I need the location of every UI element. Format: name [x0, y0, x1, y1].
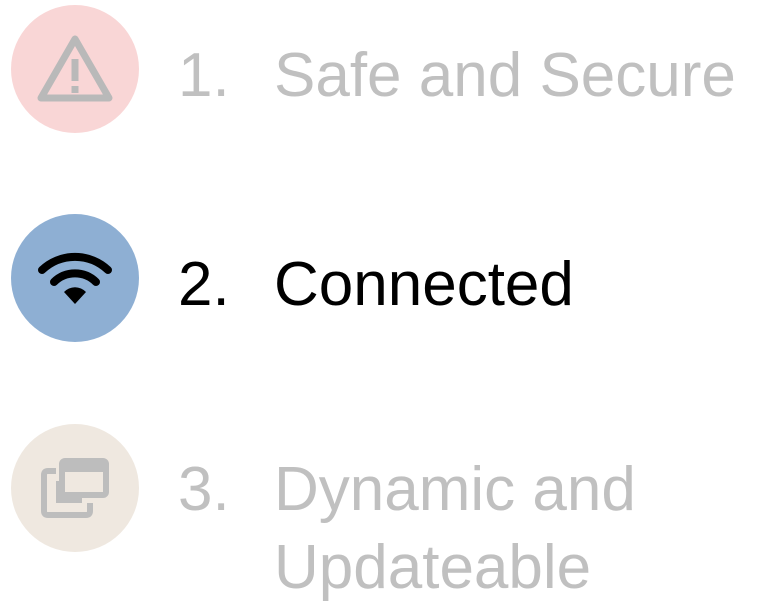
item-label: Safe and Secure — [274, 41, 736, 110]
item-label: Connected — [274, 250, 574, 319]
list-item-safe-and-secure: 1. Safe and Secure — [0, 0, 757, 160]
item-number: 3. — [178, 455, 230, 524]
item-label-line-2: Updateable — [274, 533, 592, 602]
windows-stack-icon — [38, 455, 112, 521]
icon-circle — [11, 214, 139, 342]
item-number: 2. — [178, 250, 230, 319]
warning-icon — [36, 33, 114, 105]
wifi-icon — [38, 250, 112, 306]
list-item-connected: 2. Connected — [0, 200, 757, 360]
icon-circle — [11, 424, 139, 552]
item-label-line-1: Dynamic and — [274, 455, 636, 524]
icon-circle — [11, 5, 139, 133]
list-item-dynamic-and-updateable: 3. Dynamic and Updateable — [0, 410, 757, 602]
item-label: Dynamic and Updateable — [274, 451, 636, 607]
item-number: 1. — [178, 41, 230, 110]
